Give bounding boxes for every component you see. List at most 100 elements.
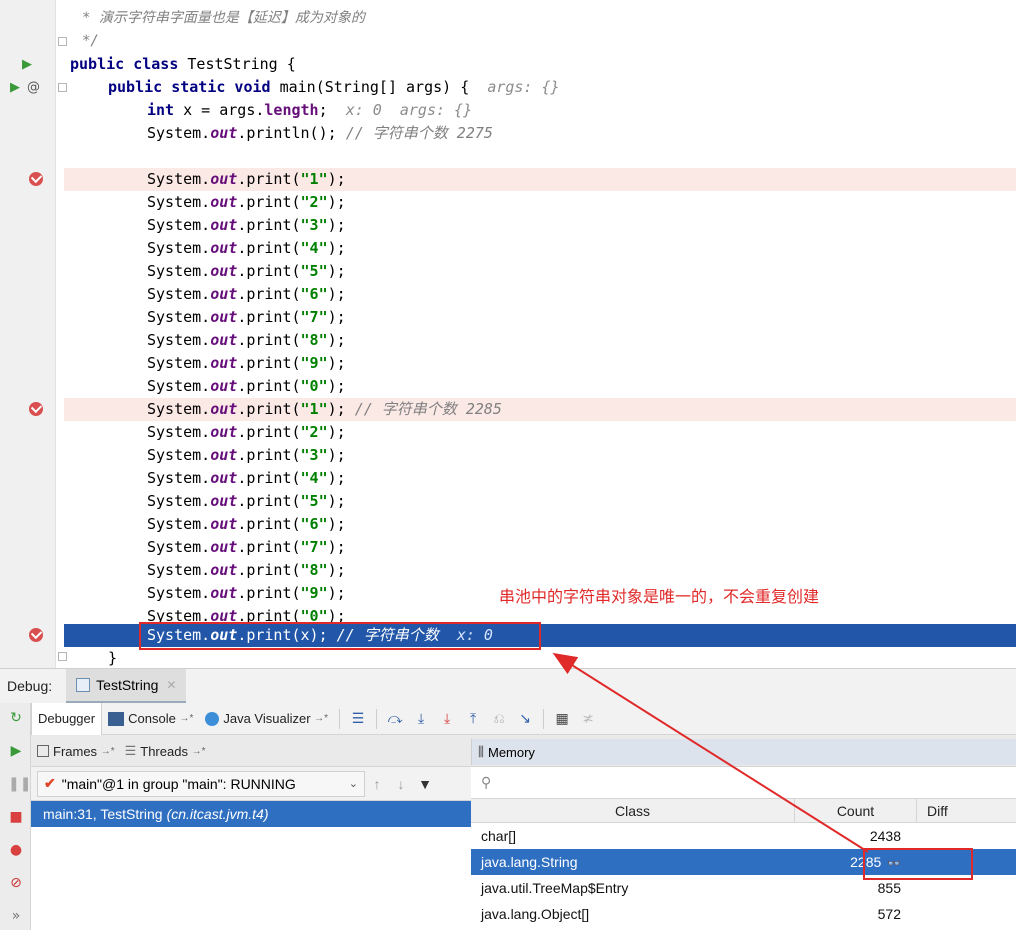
column-count[interactable]: Count xyxy=(795,799,917,822)
show-execution-point-icon[interactable]: ☰ xyxy=(347,708,369,730)
code-line-print[interactable]: System.out.print("2"); xyxy=(0,421,1016,444)
resume-icon[interactable]: ▶ xyxy=(8,743,24,759)
breakpoint-icon[interactable] xyxy=(29,402,43,416)
more-icon[interactable]: » xyxy=(8,908,24,924)
code-line-print[interactable]: System.out.print("6"); xyxy=(0,513,1016,536)
step-into-icon[interactable]: ⤓ xyxy=(410,708,432,730)
print-statement: System.out.print("9"); xyxy=(147,354,346,373)
field-out: out xyxy=(210,423,238,441)
evaluate-expression-icon[interactable]: ▦ xyxy=(551,708,573,730)
memory-search-input[interactable]: ⚲ xyxy=(471,767,1016,799)
thread-select[interactable]: ✔ "main"@1 in group "main": RUNNING ⌄ xyxy=(37,770,365,797)
pin-icon[interactable]: →* xyxy=(101,746,115,757)
string-literal: "8" xyxy=(300,331,328,349)
code-line-print[interactable]: System.out.print("7"); xyxy=(0,536,1016,559)
code-line[interactable]: */ xyxy=(0,30,1016,53)
breakpoint-icon[interactable] xyxy=(29,628,43,642)
code-line-print[interactable]: System.out.print("8"); xyxy=(0,329,1016,352)
code-line-main-decl[interactable]: ▶ @ public static void main(String[] arg… xyxy=(0,76,1016,99)
keyword: public static void xyxy=(108,78,271,96)
annotation-icon[interactable]: @ xyxy=(27,76,40,99)
tab-debugger-label: Debugger xyxy=(38,711,96,726)
column-diff[interactable]: Diff xyxy=(917,799,1016,822)
code-text: ); xyxy=(327,446,346,464)
pause-icon[interactable]: ❚❚ xyxy=(8,776,31,792)
arrow-up-icon[interactable]: ↑ xyxy=(365,776,389,792)
code-line-print[interactable]: System.out.print("1"); xyxy=(0,168,1016,191)
code-line-print[interactable]: System.out.print("8"); xyxy=(0,559,1016,582)
breakpoint-icon[interactable] xyxy=(29,172,43,186)
code-line-print[interactable]: System.out.print("4"); xyxy=(0,467,1016,490)
run-icon[interactable]: ▶ xyxy=(10,76,20,99)
search-icon: ⚲ xyxy=(481,774,492,791)
code-line-print[interactable]: System.out.print("5"); xyxy=(0,260,1016,283)
divider xyxy=(376,708,378,729)
run-icon[interactable]: ▶ xyxy=(22,53,32,76)
code-text: System. xyxy=(147,124,211,142)
table-row[interactable]: java.lang.Object[] 572 xyxy=(471,901,1016,927)
tab-java-visualizer[interactable]: Java Visualizer →* xyxy=(199,703,334,735)
chevron-down-icon[interactable]: ⌄ xyxy=(349,777,358,790)
drop-frame-icon[interactable]: ⎌ xyxy=(488,708,510,730)
run-to-cursor-icon[interactable]: ↘ xyxy=(514,708,536,730)
code-line[interactable]: * 演示字符串字面量也是【延迟】成为对象的 xyxy=(0,7,1016,30)
fold-icon[interactable] xyxy=(58,652,67,661)
tab-console-label: Console xyxy=(128,711,176,726)
step-over-icon[interactable]: ⤼ xyxy=(384,708,406,730)
run-config-icon xyxy=(76,678,91,692)
trace-icon[interactable]: ≭ xyxy=(577,708,599,730)
code-editor[interactable]: * 演示字符串字面量也是【延迟】成为对象的 */ ▶ public class … xyxy=(0,0,1016,668)
force-step-into-icon[interactable]: ⤓ xyxy=(436,708,458,730)
code-text: .print( xyxy=(237,492,301,510)
code-line-print[interactable]: System.out.print("3"); xyxy=(0,214,1016,237)
close-icon[interactable]: ✕ xyxy=(166,678,176,692)
field-out: out xyxy=(210,124,238,142)
rerun-icon[interactable]: ↻ xyxy=(8,710,24,726)
view-breakpoints-icon[interactable]: ● xyxy=(8,842,24,858)
stop-icon[interactable]: ■ xyxy=(8,809,24,825)
code-line-print[interactable]: System.out.print("5"); xyxy=(0,490,1016,513)
code-line-print[interactable]: System.out.print("1"); // 字符串个数 2285 xyxy=(0,398,1016,421)
code-line-print[interactable]: System.out.print("6"); xyxy=(0,283,1016,306)
code-line-print[interactable]: System.out.print("4"); xyxy=(0,237,1016,260)
column-class[interactable]: Class xyxy=(471,799,795,822)
code-line-print[interactable]: System.out.print("7"); xyxy=(0,306,1016,329)
string-literal: "9" xyxy=(300,354,328,372)
fold-icon[interactable] xyxy=(58,83,67,92)
pin-icon[interactable]: →* xyxy=(179,713,193,724)
code-line-closing[interactable]: } xyxy=(0,647,1016,668)
class-name: TestString { xyxy=(187,55,296,73)
table-row[interactable]: char[] 2438 xyxy=(471,823,1016,849)
tab-debugger[interactable]: Debugger xyxy=(31,702,103,735)
pin-icon[interactable]: →* xyxy=(314,713,328,724)
print-statement: System.out.print("5"); xyxy=(147,492,346,511)
code-line-class-decl[interactable]: ▶ public class TestString { xyxy=(0,53,1016,76)
code-line-print[interactable]: System.out.print("0"); xyxy=(0,375,1016,398)
code-line-println[interactable]: System.out.println(); // 字符串个数 2275 xyxy=(0,122,1016,145)
field-out: out xyxy=(210,285,238,303)
code-text: System. xyxy=(147,308,211,326)
arrow-down-icon[interactable]: ↓ xyxy=(389,776,413,792)
string-literal: "5" xyxy=(300,262,328,280)
filter-icon[interactable]: ▼ xyxy=(413,776,437,792)
frame-row-selected[interactable]: main:31, TestString (cn.itcast.jvm.t4) xyxy=(31,801,471,827)
pin-icon[interactable]: →* xyxy=(192,746,206,757)
tab-memory[interactable]: ⫼ Memory xyxy=(471,739,1016,765)
tab-threads[interactable]: ☰ Threads →* xyxy=(125,743,206,759)
tab-console[interactable]: Console →* xyxy=(102,703,199,735)
mute-breakpoints-icon[interactable]: ⊘ xyxy=(8,875,24,891)
code-text: System. xyxy=(147,354,211,372)
code-line-print[interactable]: System.out.print("3"); xyxy=(0,444,1016,467)
code-line-print[interactable]: System.out.print("9"); xyxy=(0,352,1016,375)
code-line-int[interactable]: int x = args.length; x: 0 args: {} xyxy=(0,99,1016,122)
code-text: ); xyxy=(327,469,346,487)
code-line-print[interactable]: System.out.print("2"); xyxy=(0,191,1016,214)
print-statement: System.out.print("6"); xyxy=(147,285,346,304)
fold-icon[interactable] xyxy=(58,37,67,46)
tab-frames[interactable]: Frames →* xyxy=(37,744,115,759)
field-out: out xyxy=(210,469,238,487)
instance-count: 572 xyxy=(877,906,901,922)
step-out-icon[interactable]: ⤒ xyxy=(462,708,484,730)
run-config-tab[interactable]: TestString ✕ xyxy=(66,669,187,703)
frames-threads-bar: Frames →* ☰ Threads →* ⫼ Memory xyxy=(31,735,1016,767)
